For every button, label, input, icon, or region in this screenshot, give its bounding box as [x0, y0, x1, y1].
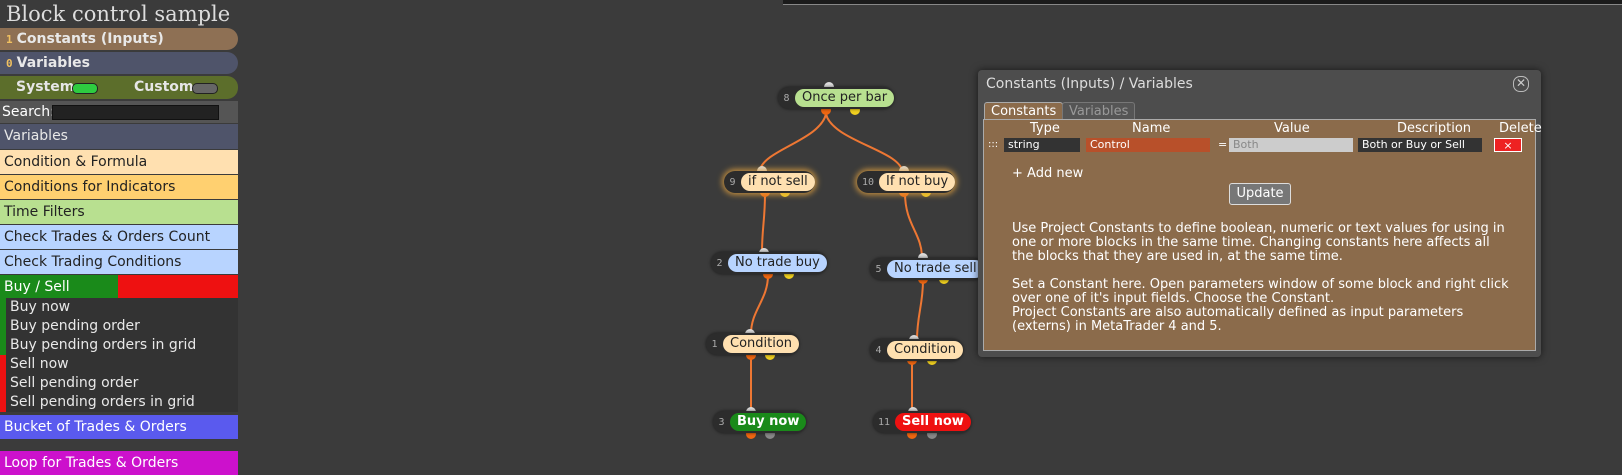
header-description: Description [1397, 121, 1472, 136]
header-name: Name [1132, 121, 1171, 136]
header-type: Type [1030, 121, 1060, 136]
node-id: 5 [875, 263, 882, 275]
node-no-trade-sell[interactable]: 5 No trade sell [870, 258, 984, 280]
node-label: Buy now [730, 413, 807, 431]
node-sell-now[interactable]: 11 Sell now [873, 411, 971, 433]
value-field[interactable]: Both [1229, 138, 1353, 152]
node-id: 4 [875, 344, 882, 356]
connection-5-4 [916, 279, 924, 341]
update-button[interactable]: Update [1229, 183, 1291, 205]
connection-9-2 [761, 192, 766, 253]
connection-10-5 [904, 192, 923, 259]
drag-handle[interactable]: ::: [984, 138, 1004, 152]
node-buy-now[interactable]: 3 Buy now [713, 411, 807, 433]
node-id: 1 [711, 338, 718, 350]
node-id: 10 [861, 176, 875, 188]
node-if-not-buy[interactable]: 10 If not buy [857, 171, 956, 193]
close-icon[interactable]: ✕ [1513, 76, 1529, 92]
node-id: 9 [729, 176, 736, 188]
connection-2-1 [750, 274, 769, 335]
help-paragraph-2: Set a Constant here. Open parameters win… [1012, 277, 1509, 306]
node-label: No trade buy [728, 254, 827, 272]
constants-panel: Type Name Value Description Delete ::: s… [983, 119, 1542, 351]
node-label: Once per bar [795, 89, 895, 107]
node-once-per-bar[interactable]: 8 Once per bar [778, 87, 895, 109]
node-id: 2 [716, 257, 723, 269]
node-id: 8 [783, 92, 790, 104]
add-new-button[interactable]: + Add new [1012, 166, 1083, 181]
name-field[interactable]: Control [1086, 138, 1210, 152]
node-label: No trade sell [887, 260, 984, 278]
connection-8-9 [759, 113, 827, 171]
node-condition-4[interactable]: 4 Condition [870, 339, 964, 361]
description-field[interactable]: Both or Buy or Sell [1358, 138, 1482, 152]
node-condition-1[interactable]: 1 Condition [706, 333, 800, 355]
delete-button[interactable]: × [1494, 138, 1522, 152]
equals-sign: = [1218, 138, 1228, 151]
node-no-trade-buy[interactable]: 2 No trade buy [711, 252, 827, 274]
connection-8-10 [825, 113, 903, 171]
node-label: if not sell [741, 173, 815, 191]
help-paragraph-1: Use Project Constants to define boolean,… [1012, 221, 1505, 264]
node-label: Sell now [895, 413, 971, 431]
node-label: Condition [887, 341, 964, 359]
help-paragraph-3: Project Constants are also automatically… [1012, 305, 1464, 334]
node-id: 11 [877, 416, 891, 428]
node-if-not-sell[interactable]: 9 if not sell [724, 171, 815, 193]
header-delete: Delete [1499, 121, 1542, 136]
constants-dialog: Constants (Inputs) / Variables ✕ Constan… [978, 70, 1542, 357]
help-text: Use Project Constants to define boolean,… [1012, 222, 1512, 334]
type-select[interactable]: string [1004, 138, 1080, 152]
node-label: Condition [723, 335, 800, 353]
node-label: If not buy [879, 173, 956, 191]
header-value: Value [1274, 121, 1310, 136]
node-id: 3 [718, 416, 725, 428]
dialog-title: Constants (Inputs) / Variables [986, 76, 1193, 92]
